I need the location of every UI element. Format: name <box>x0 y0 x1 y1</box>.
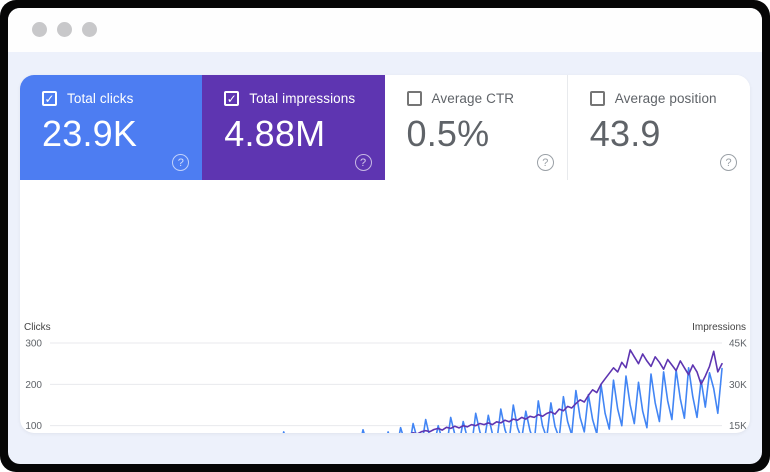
screenshot-frame: ✓ Total clicks 23.9K ? ✓ Total impressio… <box>0 0 770 472</box>
browser-window: ✓ Total clicks 23.9K ? ✓ Total impressio… <box>8 8 762 464</box>
metric-value: 43.9 <box>590 113 750 155</box>
metric-value: 23.9K <box>42 113 202 155</box>
window-control-dot-icon[interactable] <box>82 22 97 37</box>
svg-text:15K: 15K <box>729 421 747 432</box>
metric-label: Total impressions <box>249 91 355 106</box>
help-icon[interactable]: ? <box>172 154 189 171</box>
metric-card-average-ctr[interactable]: Average CTR 0.5% ? <box>385 75 567 180</box>
metric-label: Total clicks <box>67 91 133 106</box>
svg-text:45K: 45K <box>729 339 747 350</box>
metric-value: 4.88M <box>224 113 384 155</box>
svg-text:30K: 30K <box>729 380 747 391</box>
window-controls <box>32 22 97 37</box>
total-clicks-checkbox[interactable]: ✓ <box>42 91 57 106</box>
help-icon[interactable]: ? <box>720 154 737 171</box>
window-control-dot-icon[interactable] <box>57 22 72 37</box>
svg-text:100: 100 <box>25 421 42 432</box>
metric-label: Average position <box>615 91 717 106</box>
average-position-checkbox[interactable] <box>590 91 605 106</box>
metric-card-average-position[interactable]: Average position 43.9 ? <box>567 75 750 180</box>
chart-panel: ClicksImpressions30045K20030K10015K004/8… <box>20 180 750 433</box>
svg-text:200: 200 <box>25 380 42 391</box>
performance-report-panel: ✓ Total clicks 23.9K ? ✓ Total impressio… <box>20 75 750 433</box>
metric-value: 0.5% <box>407 113 567 155</box>
browser-titlebar <box>8 8 762 52</box>
metrics-row: ✓ Total clicks 23.9K ? ✓ Total impressio… <box>20 75 750 180</box>
average-ctr-checkbox[interactable] <box>407 91 422 106</box>
metric-card-total-clicks[interactable]: ✓ Total clicks 23.9K ? <box>20 75 202 180</box>
performance-chart[interactable]: ClicksImpressions30045K20030K10015K004/8… <box>20 280 750 433</box>
metric-card-total-impressions[interactable]: ✓ Total impressions 4.88M ? <box>202 75 384 180</box>
metric-label: Average CTR <box>432 91 515 106</box>
svg-text:Impressions: Impressions <box>692 322 746 333</box>
svg-text:Clicks: Clicks <box>24 322 51 333</box>
help-icon[interactable]: ? <box>537 154 554 171</box>
help-icon[interactable]: ? <box>355 154 372 171</box>
total-impressions-checkbox[interactable]: ✓ <box>224 91 239 106</box>
svg-text:300: 300 <box>25 339 42 350</box>
window-control-dot-icon[interactable] <box>32 22 47 37</box>
